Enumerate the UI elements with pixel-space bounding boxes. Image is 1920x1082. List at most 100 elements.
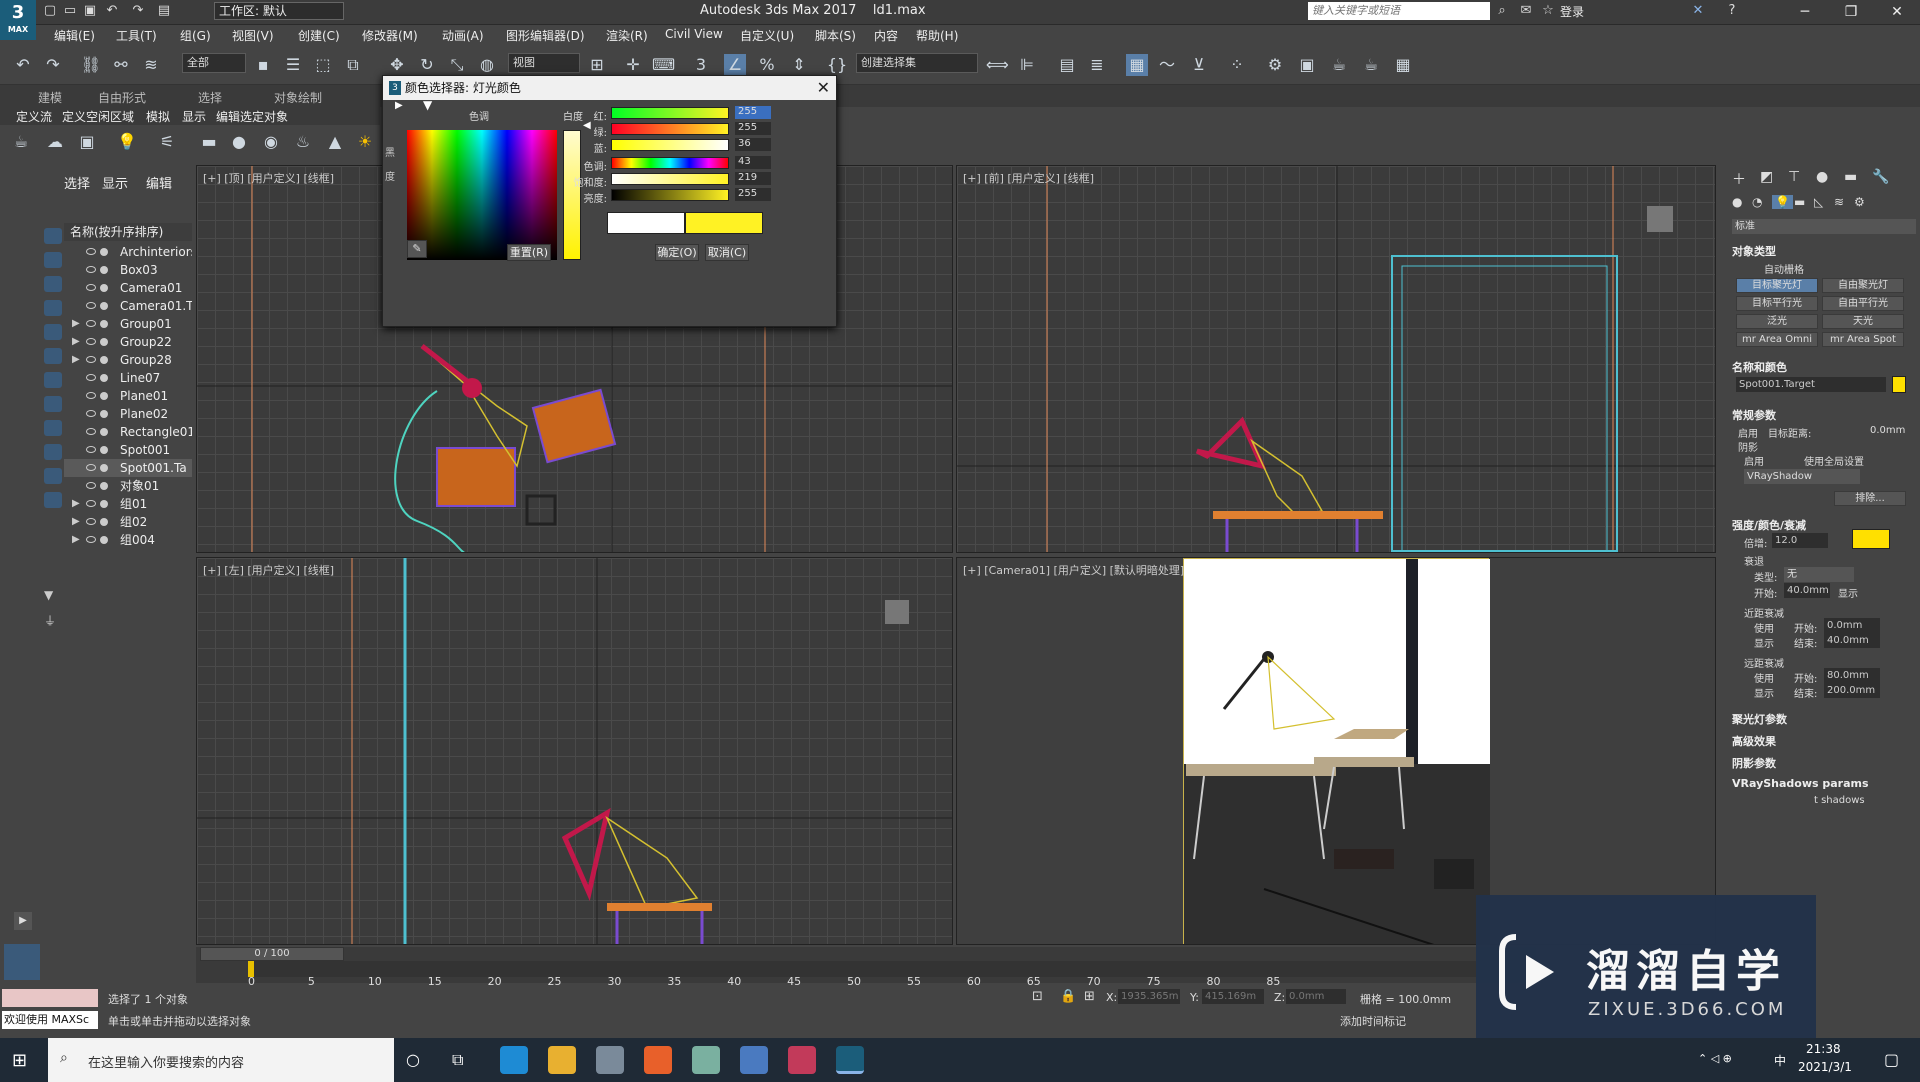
scene-list-header[interactable]: 名称(按升序排序) — [64, 223, 192, 241]
scene-list-item[interactable]: Plane01 — [64, 387, 192, 405]
object-type-rollout[interactable]: 对象类型 — [1732, 243, 1776, 259]
shadow-params-rollout[interactable]: 阴影参数 — [1732, 755, 1776, 771]
project-icon[interactable]: ▤ — [156, 3, 172, 19]
app-icon-2[interactable] — [692, 1046, 720, 1074]
transparent-shadows-checkbox[interactable]: t shadows — [1814, 795, 1865, 806]
target-spot-button[interactable]: 目标聚光灯 — [1736, 278, 1818, 293]
near-end-input[interactable]: 40.0mm — [1824, 633, 1880, 648]
near-start-input[interactable]: 0.0mm — [1824, 618, 1880, 633]
search-input[interactable]: 键入关键字或短语 — [1308, 2, 1490, 20]
free-spot-button[interactable]: 自由聚光灯 — [1822, 278, 1904, 293]
absolute-mode-icon[interactable]: ⊞ — [1084, 989, 1095, 1004]
align-icon[interactable]: ⊫ — [1016, 54, 1038, 76]
shadow-type-dropdown[interactable]: VRayShadow — [1744, 469, 1860, 484]
notification-icon[interactable]: ▢ — [1884, 1050, 1899, 1069]
exchange-icon[interactable]: ✕ — [1690, 3, 1706, 19]
menu-tools[interactable]: 工具(T) — [116, 27, 157, 44]
freeze-icon[interactable] — [100, 374, 108, 382]
geometry-icon[interactable]: ● — [1732, 195, 1742, 209]
menu-animation[interactable]: 动画(A) — [442, 27, 484, 44]
login-button[interactable]: 登录 — [1560, 3, 1584, 20]
cloud-icon[interactable]: ☁ — [44, 131, 66, 153]
expand-arrow-icon[interactable]: ▶ — [72, 495, 80, 513]
green-value-input[interactable]: 255 — [735, 122, 771, 135]
hue-pointer-top-icon[interactable]: ▼ — [423, 98, 432, 112]
multiplier-input[interactable]: 12.0 — [1772, 533, 1828, 548]
file-explorer-icon[interactable] — [548, 1046, 576, 1074]
viewport-front-label[interactable]: [+] [前] [用户定义] [线框] — [963, 170, 1094, 186]
sun-icon[interactable]: ☀ — [354, 131, 376, 153]
filter-icon[interactable]: ▼ — [44, 588, 62, 604]
tab-simulate[interactable]: 模拟 — [146, 108, 170, 125]
tab-modeling[interactable]: 建模 — [38, 89, 62, 106]
scene-list-item[interactable]: ▶ Group28 — [64, 351, 192, 369]
material-editor-icon[interactable]: ⁘ — [1226, 54, 1248, 76]
object-name-input[interactable]: Spot001.Target — [1736, 377, 1886, 392]
omni-button[interactable]: 泛光 — [1736, 314, 1818, 329]
schematic-view-icon[interactable]: ⊻ — [1188, 54, 1210, 76]
add-time-tag[interactable]: 添加时间标记 — [1340, 1013, 1406, 1029]
play-icon[interactable]: ▶ — [14, 912, 32, 930]
light-color-swatch[interactable] — [1852, 529, 1890, 549]
sphere-icon[interactable]: ● — [228, 131, 250, 153]
visibility-eye-icon[interactable] — [86, 356, 96, 363]
app-icon-3[interactable] — [740, 1046, 768, 1074]
value-value-input[interactable]: 255 — [735, 188, 771, 201]
far-start-input[interactable]: 80.0mm — [1824, 668, 1880, 683]
edit-named-selection-icon[interactable]: {} — [826, 54, 848, 76]
new-file-icon[interactable]: ▢ — [42, 3, 58, 19]
menu-create[interactable]: 创建(C) — [298, 27, 340, 44]
visibility-eye-icon[interactable] — [86, 392, 96, 399]
scene-list-item[interactable]: 对象01 — [64, 477, 192, 495]
visibility-eye-icon[interactable] — [86, 482, 96, 489]
isolate-icon[interactable]: ⊡ — [1032, 989, 1043, 1004]
freeze-icon[interactable] — [100, 392, 108, 400]
teapot-icon[interactable]: ☕ — [10, 131, 32, 153]
layer-explorer-icon[interactable]: ▤ — [1056, 54, 1078, 76]
decay-type-dropdown[interactable]: 无 — [1784, 567, 1854, 582]
expand-arrow-icon[interactable]: ▶ — [72, 531, 80, 549]
dialog-close-button[interactable]: ✕ — [817, 76, 830, 100]
vray-shadows-rollout[interactable]: VRayShadows params — [1732, 777, 1869, 790]
hierarchy-tab-icon[interactable]: ⊤ — [1788, 169, 1800, 185]
x-coordinate[interactable]: 1935.365m — [1118, 989, 1180, 1004]
maxscript-listener[interactable] — [2, 989, 98, 1007]
left-tool-3-icon[interactable] — [44, 276, 62, 292]
lock-icon[interactable]: 🔒 — [1060, 989, 1076, 1004]
box-icon[interactable]: ▬ — [198, 131, 220, 153]
rendered-frame-icon[interactable]: ▣ — [1296, 54, 1318, 76]
object-color-swatch[interactable] — [1892, 376, 1906, 393]
render-cloud-icon[interactable]: ▦ — [1392, 54, 1414, 76]
spot-params-rollout[interactable]: 聚光灯参数 — [1732, 711, 1787, 727]
freeze-icon[interactable] — [100, 536, 108, 544]
hue-pointer-left-icon[interactable]: ▶ — [395, 100, 403, 111]
green-slider[interactable] — [611, 123, 729, 135]
visibility-eye-icon[interactable] — [86, 500, 96, 507]
freeze-icon[interactable] — [100, 338, 108, 346]
viewport-camera-label[interactable]: [+] [Camera01] [用户定义] [默认明暗处理] — [963, 562, 1184, 578]
viewport-camera[interactable]: [+] [Camera01] [用户定义] [默认明暗处理] — [956, 557, 1716, 945]
maxscript-mini-listener[interactable]: 欢迎使用 MAXSc — [2, 1011, 98, 1029]
funnel-icon[interactable]: ⏚ — [44, 612, 62, 628]
hue-slider[interactable] — [611, 157, 729, 169]
cameras-icon[interactable]: ▬ — [1794, 195, 1805, 209]
visibility-eye-icon[interactable] — [86, 374, 96, 381]
near-show-checkbox[interactable]: 显示 — [1754, 635, 1774, 650]
value-slider[interactable] — [611, 189, 729, 201]
spinner-snap-icon[interactable]: ⇕ — [788, 54, 810, 76]
tab-freeform[interactable]: 自由形式 — [98, 89, 146, 106]
visibility-eye-icon[interactable] — [86, 446, 96, 453]
rotate-icon[interactable]: ↻ — [416, 54, 438, 76]
modify-tab-icon[interactable]: ◩ — [1760, 169, 1773, 185]
spacewarps-icon[interactable]: ≋ — [1834, 195, 1844, 209]
tab-display[interactable]: 显示 — [102, 173, 128, 192]
undo-icon[interactable]: ↶ — [104, 3, 120, 19]
visibility-eye-icon[interactable] — [86, 302, 96, 309]
shadow-enable-checkbox[interactable]: 启用 — [1744, 453, 1764, 468]
left-tool-6-icon[interactable] — [44, 348, 62, 364]
visibility-eye-icon[interactable] — [86, 284, 96, 291]
redo-icon[interactable]: ↷ — [130, 3, 146, 19]
visibility-eye-icon[interactable] — [86, 338, 96, 345]
freeze-icon[interactable] — [100, 320, 108, 328]
left-tool-9-icon[interactable] — [44, 420, 62, 436]
